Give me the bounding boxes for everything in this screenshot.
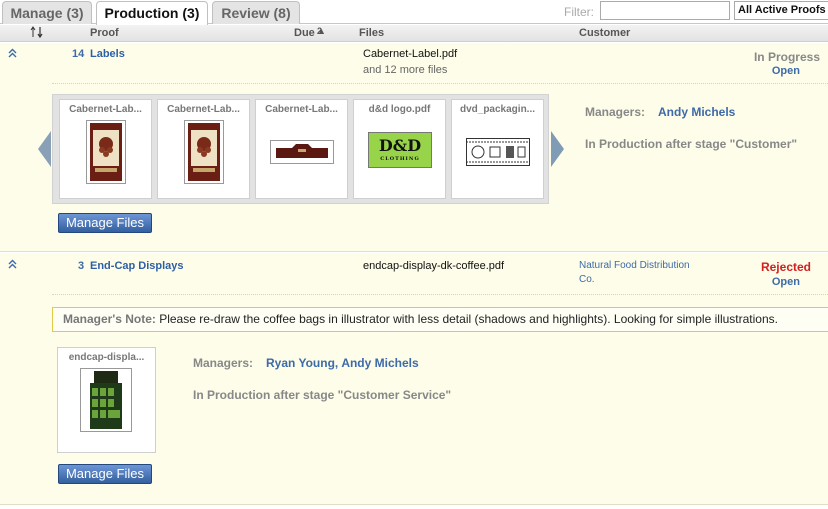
proof-name[interactable]: Labels [90, 48, 125, 60]
column-files[interactable]: Files [359, 27, 384, 39]
managers-label: Managers: [585, 105, 646, 119]
tab-review[interactable]: Review (8) [212, 1, 300, 24]
thumbnail-label: Cabernet-Lab... [167, 104, 240, 115]
divider [52, 83, 828, 84]
wine-label-image [86, 120, 126, 184]
file-name[interactable]: Cabernet-Label.pdf [363, 48, 457, 60]
production-stage: In Production after stage "Customer Serv… [193, 388, 452, 402]
column-customer[interactable]: Customer [579, 27, 630, 39]
file-count: 14 [72, 48, 85, 60]
thumbnail-label: d&d logo.pdf [368, 104, 431, 115]
carousel-next-icon[interactable] [551, 131, 564, 167]
manage-files-button[interactable]: Manage Files [58, 464, 152, 484]
column-proof[interactable]: Proof [90, 27, 119, 39]
tab-manage[interactable]: Manage (3) [2, 1, 92, 24]
customer-link[interactable]: Natural Food Distribution Co. [579, 259, 690, 287]
proof-status-select[interactable]: All Active Proofs [734, 1, 828, 20]
dd-logo-text: D&D [378, 136, 422, 155]
tab-production[interactable]: Production (3) [96, 1, 208, 25]
production-stage: In Production after stage "Customer" [585, 137, 798, 151]
managers-label: Managers: [193, 356, 254, 370]
column-header: Proof Due 2 ▲ Files Customer [0, 25, 828, 42]
note-label: Manager's Note: [63, 312, 156, 326]
customer-name-line1: Natural Food Distribution [579, 260, 690, 271]
thumbnail-label: dvd_packagin... [459, 104, 536, 115]
filter-input[interactable] [600, 1, 730, 20]
proof-row-labels: 14 Labels Cabernet-Label.pdf and 12 more… [0, 43, 828, 252]
file-thumbnail[interactable]: d&d logo.pdf D&D CLOTHING [353, 99, 446, 199]
managers-note: Manager's Note: Please re-draw the coffe… [52, 307, 828, 332]
wine-label-image [184, 120, 224, 184]
managers-list: Ryan Young, Andy Michels [266, 356, 419, 370]
file-thumbnail[interactable]: endcap-displa... [57, 347, 156, 453]
sort-arrows-icon[interactable] [30, 26, 44, 42]
collapse-icon[interactable] [8, 259, 17, 272]
file-name[interactable]: endcap-display-dk-coffee.pdf [363, 260, 504, 272]
tab-bar: Manage (3) Production (3) Review (8) Fil… [0, 0, 828, 25]
manager-link[interactable]: Andy Michels [341, 356, 418, 370]
manager-separator: , [334, 356, 339, 370]
status-badge: Rejected [760, 260, 811, 274]
column-due[interactable]: Due [294, 27, 315, 39]
collapse-icon[interactable] [8, 48, 17, 61]
neck-label-image [270, 140, 334, 164]
file-thumbnail[interactable]: Cabernet-Lab... [255, 99, 348, 199]
open-link[interactable]: Open [772, 65, 800, 77]
sort-up-icon: ▲ [317, 26, 326, 36]
thumbnail-carousel: Cabernet-Lab... Cabernet-Lab... Cabernet… [52, 94, 549, 204]
file-thumbnail[interactable]: dvd_packagin... [451, 99, 544, 199]
dvd-packaging-image [466, 138, 530, 166]
carousel-prev-icon[interactable] [38, 131, 51, 167]
file-thumbnail[interactable]: Cabernet-Lab... [157, 99, 250, 199]
endcap-display-image [80, 368, 132, 432]
dd-logo-image: D&D CLOTHING [368, 132, 432, 168]
customer-name-line2: Co. [579, 274, 595, 285]
thumbnail-label: Cabernet-Lab... [265, 104, 338, 115]
proof-name[interactable]: End-Cap Displays [90, 260, 184, 272]
thumbnail-label: Cabernet-Lab... [69, 104, 142, 115]
filter-label: Filter: [564, 5, 594, 19]
note-text: Please re-draw the coffee bags in illust… [155, 312, 778, 326]
file-thumbnail[interactable]: Cabernet-Lab... [59, 99, 152, 199]
more-files-text: and 12 more files [363, 64, 448, 76]
manager-link[interactable]: Andy Michels [658, 105, 735, 119]
proof-row-endcap-displays: 3 End-Cap Displays endcap-display-dk-cof… [0, 253, 828, 505]
manage-files-button[interactable]: Manage Files [58, 213, 152, 233]
thumbnail-label: endcap-displa... [68, 352, 145, 363]
open-link[interactable]: Open [772, 276, 800, 288]
file-count: 3 [78, 260, 85, 272]
dd-logo-subtext: CLOTHING [380, 156, 420, 162]
manager-link[interactable]: Ryan Young [266, 356, 335, 370]
divider [52, 294, 828, 295]
status-badge: In Progress [753, 50, 820, 64]
